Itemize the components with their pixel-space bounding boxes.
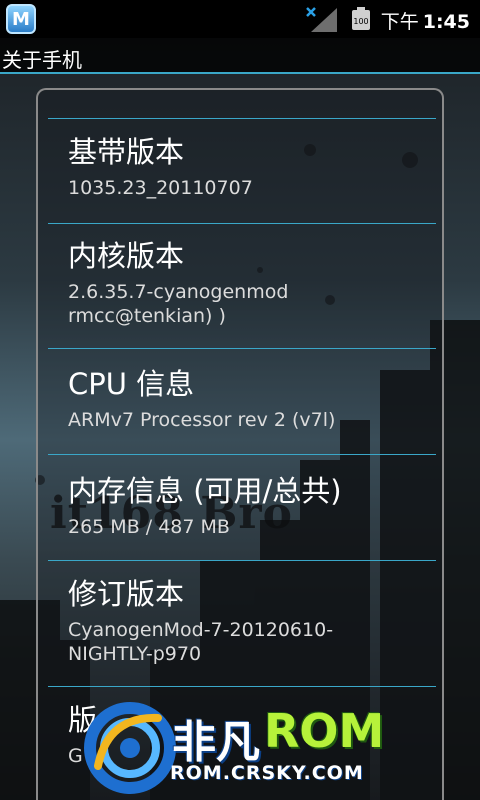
divider: [48, 223, 436, 224]
app-icon-letter: M: [12, 8, 30, 30]
signal-off-icon: [306, 7, 337, 32]
list-item-kernel[interactable]: 内核版本 2.6.35.7-cyanogenmod rmcc@tenkian) …: [68, 238, 438, 328]
item-title: 内核版本: [68, 239, 185, 273]
item-value: 1035.23_20110707: [68, 177, 253, 199]
list-item-build[interactable]: 修订版本 CyanogenMod-7-20120610- NIGHTLY-p97…: [68, 576, 438, 666]
status-clock: 下午 1:45: [381, 7, 470, 34]
item-value-line-1: 2.6.35.7-cyanogenmod: [68, 281, 289, 303]
security-app-icon[interactable]: M: [6, 4, 36, 34]
logo-url-text: ROM.CRSKY.COM: [170, 762, 364, 784]
title-bar: 关于手机: [0, 38, 480, 74]
battery-icon: 100: [352, 7, 370, 30]
item-title: 内存信息 (可用/总共): [68, 474, 342, 508]
rom-logo-watermark: 非凡 ROM ROM.CRSKY.COM: [78, 696, 408, 796]
time-value: 1:45: [422, 11, 470, 33]
item-value-line-2: rmcc@tenkian) ): [68, 305, 226, 327]
swirl-logo-icon: [84, 702, 176, 794]
divider: [48, 118, 436, 119]
item-value: 265 MB / 487 MB: [68, 516, 230, 538]
divider: [48, 454, 436, 455]
item-title: 修订版本: [68, 577, 185, 611]
list-item-cpu[interactable]: CPU 信息 ARMv7 Processor rev 2 (v7l): [68, 366, 438, 432]
list-item-baseband[interactable]: 基带版本 1035.23_20110707: [68, 134, 438, 200]
item-title: 基带版本: [68, 135, 185, 169]
list-item-memory[interactable]: 内存信息 (可用/总共) 265 MB / 487 MB: [68, 473, 438, 539]
logo-rom-text: ROM: [264, 704, 385, 758]
battery-level-text: 100: [353, 17, 368, 26]
page-title: 关于手机: [2, 48, 82, 72]
item-value-line-2: NIGHTLY-p970: [68, 643, 202, 665]
divider: [48, 560, 436, 561]
item-value: ARMv7 Processor rev 2 (v7l): [68, 409, 336, 431]
item-title: CPU 信息: [68, 367, 195, 401]
logo-chinese-text: 非凡: [172, 717, 260, 768]
divider: [48, 686, 436, 687]
time-period: 下午: [380, 11, 419, 33]
item-value-line-1: CyanogenMod-7-20120610-: [68, 619, 334, 641]
status-bar: M 100 下午 1:45: [0, 0, 480, 38]
about-phone-list: 基带版本 1035.23_20110707 内核版本 2.6.35.7-cyan…: [36, 88, 444, 800]
divider: [48, 348, 436, 349]
